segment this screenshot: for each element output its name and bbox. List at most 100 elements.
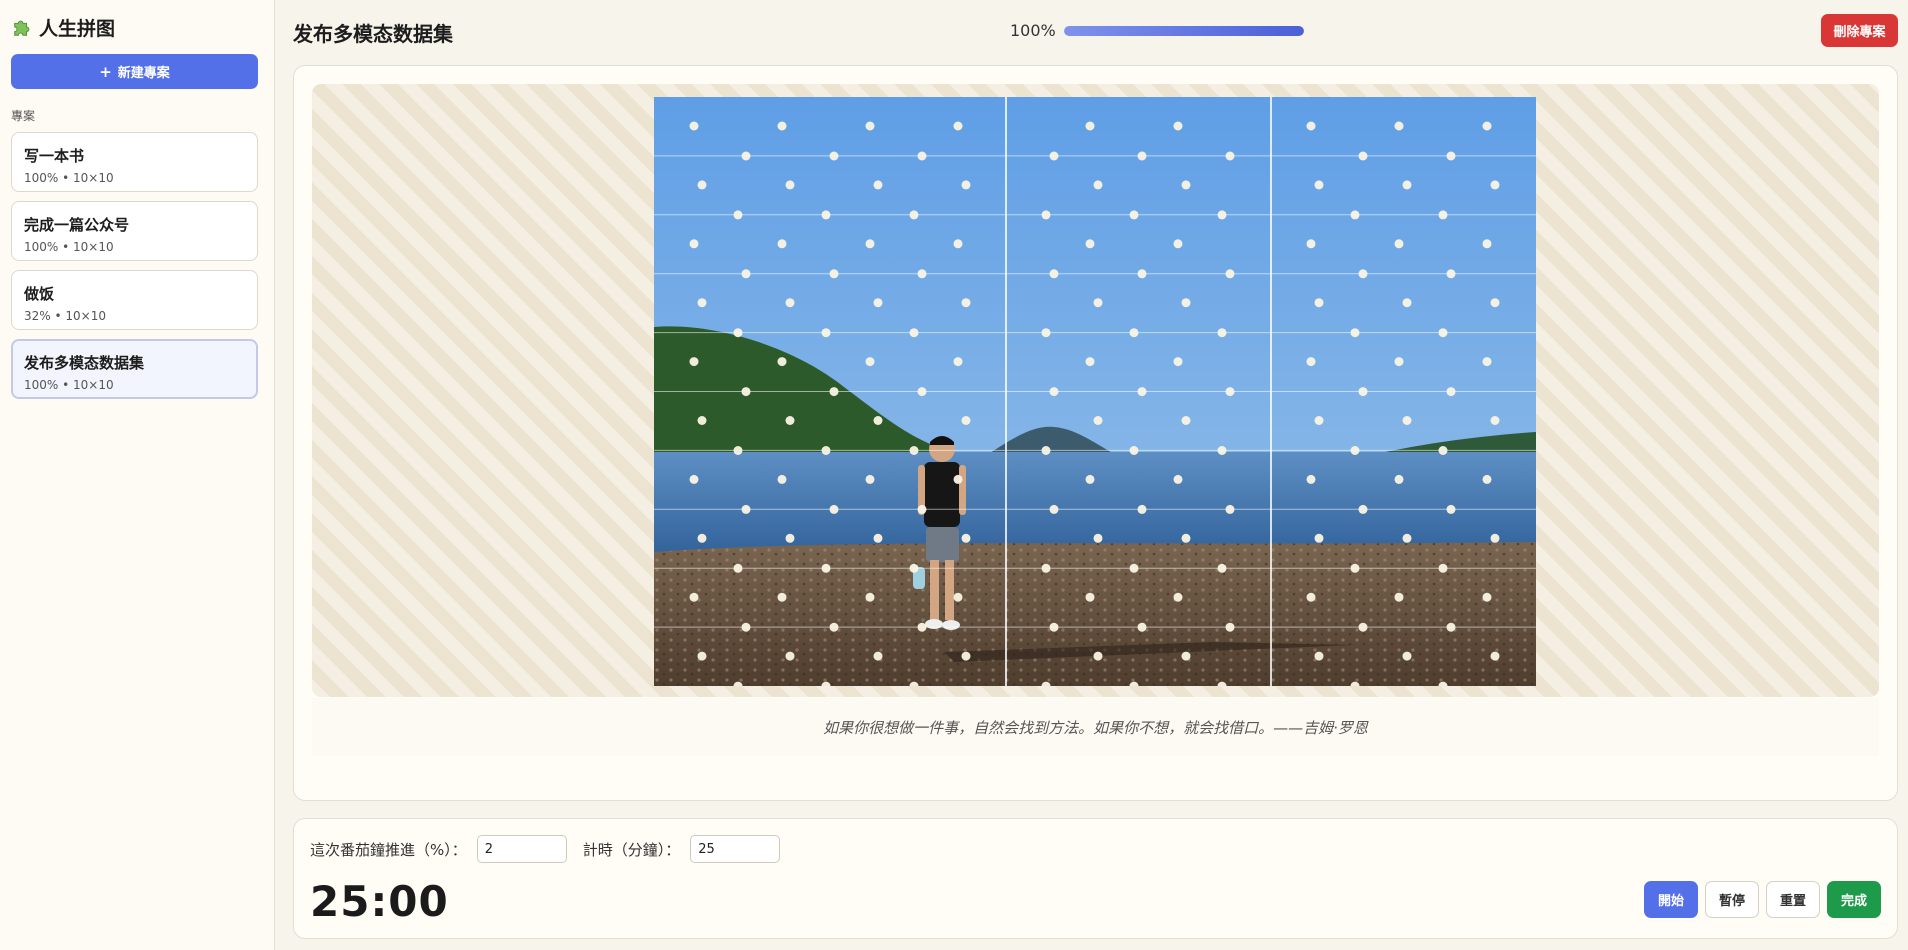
puzzle-knob [1350, 446, 1360, 455]
puzzle-knob [1358, 504, 1368, 514]
minutes-label: 計時（分鐘）： [582, 840, 681, 859]
reset-button[interactable]: 重置 [1765, 881, 1820, 918]
projects-section-label: 專案 [11, 109, 36, 123]
puzzle-knob [1173, 474, 1183, 484]
puzzle-knob [741, 151, 751, 161]
puzzle-knob [873, 180, 883, 190]
puzzle-knob [697, 651, 707, 661]
project-item[interactable]: 做饭 32% • 10×10 [11, 270, 258, 330]
progress-bar [1064, 25, 1304, 36]
puzzle-knob [1137, 269, 1147, 279]
timer-controls: 開始 暫停 重置 完成 [1643, 881, 1881, 918]
puzzle-knob [1049, 269, 1059, 279]
puzzle-knob [1093, 416, 1103, 425]
puzzle-knob [733, 446, 743, 455]
puzzle-knob [865, 592, 875, 602]
puzzle-knob [785, 180, 795, 190]
puzzle-knob [1306, 121, 1316, 131]
puzzle-knob [873, 533, 883, 543]
project-list: 写一本书 100% • 10×10 完成一篇公众号 100% • 10×10 做… [11, 132, 263, 399]
puzzle-knob [1394, 121, 1404, 131]
puzzle-knob [1402, 533, 1412, 543]
start-button[interactable]: 開始 [1643, 881, 1698, 918]
minutes-input[interactable] [690, 835, 781, 863]
puzzle-knob [865, 121, 875, 131]
puzzle-knob [1314, 533, 1324, 543]
complete-button[interactable]: 完成 [1826, 881, 1881, 918]
puzzle-knob [741, 504, 751, 514]
puzzle-board [312, 84, 1879, 697]
puzzle-knob [1137, 151, 1147, 161]
puzzle-knob [1438, 563, 1448, 573]
puzzle-knob [785, 298, 795, 308]
puzzle-knob [1490, 416, 1500, 425]
puzzle-knob [1314, 651, 1324, 661]
main-panel: 发布多模态数据集 100% 刪除專案 如果你很想做一件事，自然会找到方法。如果你… [275, 0, 1908, 950]
puzzle-knob [777, 474, 787, 484]
puzzle-knob [697, 533, 707, 543]
project-name: 写一本书 [24, 147, 85, 165]
puzzle-knob [917, 622, 927, 632]
project-item-active[interactable]: 发布多模态数据集 100% • 10×10 [11, 339, 258, 399]
puzzle-knob [1129, 210, 1139, 220]
puzzle-knob [1490, 298, 1500, 308]
new-project-label: 新建專案 [117, 66, 170, 81]
project-item[interactable]: 写一本书 100% • 10×10 [11, 132, 258, 192]
delete-project-button[interactable]: 刪除專案 [1821, 14, 1898, 47]
puzzle-knob [1225, 387, 1235, 397]
puzzle-knob [829, 387, 839, 397]
puzzle-knob [917, 269, 927, 279]
pomodoro-panel: 這次番茄鐘推進（%）： 計時（分鐘）： 25:00 開始 暫停 重置 完成 [293, 818, 1898, 939]
puzzle-knob [1490, 533, 1500, 543]
puzzle-knob [1085, 239, 1095, 249]
puzzle-knob [953, 357, 963, 367]
pause-button[interactable]: 暫停 [1704, 881, 1759, 918]
project-item[interactable]: 完成一篇公众号 100% • 10×10 [11, 201, 258, 261]
puzzle-knob [1482, 357, 1492, 367]
puzzle-knob [953, 239, 963, 249]
motivational-quote: 如果你很想做一件事，自然会找到方法。如果你不想，就会找借口。——吉姆·罗恩 [823, 718, 1368, 737]
project-name: 发布多模态数据集 [24, 354, 145, 372]
new-project-button[interactable]: + 新建專案 [11, 54, 258, 89]
puzzle-knob [821, 328, 831, 338]
page-title: 发布多模态数据集 [293, 22, 453, 46]
puzzle-knob [1093, 180, 1103, 190]
advance-percent-input[interactable] [476, 835, 567, 863]
puzzle-knob [1446, 622, 1456, 632]
puzzle-knob [1358, 269, 1368, 279]
puzzle-knob [1181, 651, 1191, 661]
puzzle-knob [1225, 622, 1235, 632]
puzzle-knob [1049, 622, 1059, 632]
puzzle-knob [909, 563, 919, 573]
puzzle-knob [865, 239, 875, 249]
puzzle-knob [1350, 210, 1360, 220]
puzzle-knob [1350, 328, 1360, 338]
puzzle-knob [1314, 416, 1324, 425]
puzzle-knob [1482, 121, 1492, 131]
project-meta: 100% • 10×10 [24, 240, 114, 254]
puzzle-knob [1085, 474, 1095, 484]
puzzle-knob [961, 416, 971, 425]
puzzle-knob [1129, 563, 1139, 573]
puzzle-knob [1394, 239, 1404, 249]
puzzle-knob [1049, 387, 1059, 397]
puzzle-knob [909, 446, 919, 455]
brand-title: 人生拼图 [39, 17, 116, 40]
puzzle-knob [733, 563, 743, 573]
top-bar: 发布多模态数据集 100% 刪除專案 [293, 0, 1898, 62]
puzzle-knob [865, 474, 875, 484]
puzzle-knob [1490, 651, 1500, 661]
puzzle-knob [1314, 180, 1324, 190]
puzzle-knob [1041, 328, 1051, 338]
puzzle-knob [821, 446, 831, 455]
puzzle-knob [1446, 269, 1456, 279]
puzzle-image[interactable] [654, 97, 1536, 686]
project-name: 做饭 [24, 285, 55, 303]
puzzle-knob [785, 651, 795, 661]
project-progress: 100% [1010, 21, 1304, 40]
puzzle-knob [1041, 210, 1051, 220]
puzzle-knob [697, 180, 707, 190]
puzzle-knob [1482, 592, 1492, 602]
puzzle-knob [1402, 651, 1412, 661]
puzzle-knob [1041, 446, 1051, 455]
